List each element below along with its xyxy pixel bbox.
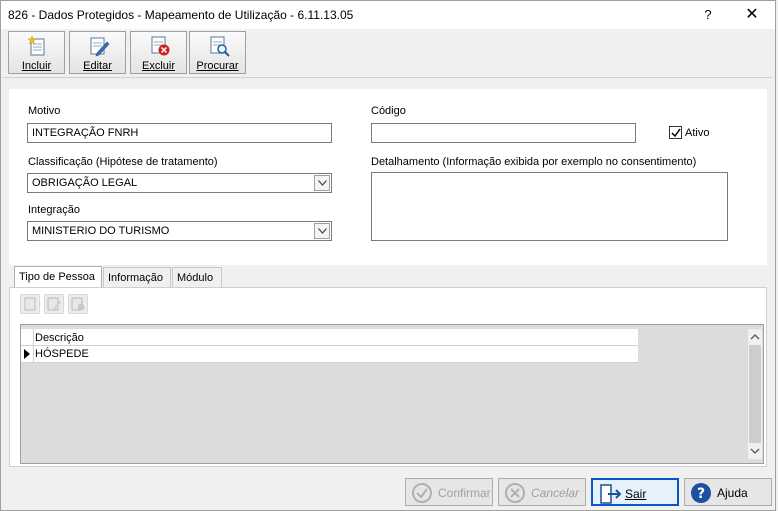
detalhamento-textarea[interactable] [371,172,728,241]
cancelar-label: Cancelar [531,486,580,500]
confirmar-label: Confirmar [438,486,491,500]
ativo-checkbox[interactable] [669,126,682,139]
classificacao-label: Classificação (Hipótese de tratamento) [28,156,218,168]
toolbar-divider [2,77,772,78]
form-panel: Motivo INTEGRAÇÃO FNRH Código Ativo Clas… [9,89,767,265]
sair-label: Sair [625,487,647,501]
excluir-button[interactable]: Excluir [130,31,187,74]
delete-document-icon [151,36,170,56]
data-grid: Descrição HÓSPEDE [20,324,764,464]
scroll-down-icon[interactable] [750,446,760,456]
confirmar-button[interactable]: Confirmar [405,478,493,506]
ajuda-label: Ajuda [717,486,748,500]
editar-label: Editar [83,60,112,72]
edit-document-icon [90,37,110,57]
row-indicator-icon [24,349,30,359]
search-document-icon [210,36,230,57]
scroll-up-icon[interactable] [750,332,760,342]
tab-modulo[interactable]: Módulo [172,267,222,287]
editar-button[interactable]: Editar [69,31,126,74]
exit-door-icon [600,484,622,504]
dialog-window: 826 - Dados Protegidos - Mapeamento de U… [0,0,776,511]
title-bar: 826 - Dados Protegidos - Mapeamento de U… [1,1,775,29]
procurar-label: Procurar [196,60,239,72]
checkmark-icon [671,128,681,138]
codigo-label: Código [371,105,406,117]
detalhamento-label: Detalhamento (Informação exibida por exe… [371,156,697,168]
new-document-icon [27,35,45,56]
scrollbar-thumb[interactable] [749,345,761,443]
grid-header: Descrição [21,329,638,346]
integracao-select[interactable]: MINISTERIO DO TURISMO [27,221,332,241]
tab-panel: Descrição HÓSPEDE [9,287,767,467]
column-divider [33,329,34,363]
classificacao-value: OBRIGAÇÃO LEGAL [32,177,138,189]
window-title: 826 - Dados Protegidos - Mapeamento de U… [8,8,354,22]
motivo-field[interactable]: INTEGRAÇÃO FNRH [27,123,332,143]
cancelar-button[interactable]: Cancelar [498,478,586,506]
grid-edit-icon[interactable] [44,294,64,314]
procurar-button[interactable]: Procurar [189,31,246,74]
motivo-label: Motivo [28,105,61,117]
vertical-scrollbar[interactable] [748,329,762,459]
table-row[interactable]: HÓSPEDE [21,346,638,363]
incluir-label: Incluir [21,60,52,72]
ativo-label: Ativo [685,127,710,139]
check-circle-icon [412,483,432,503]
grid-delete-icon[interactable] [68,294,88,314]
excluir-label: Excluir [141,60,175,72]
help-title-button[interactable]: ? [693,5,723,25]
incluir-button[interactable]: Incluir [8,31,65,74]
grid-add-icon[interactable] [20,294,40,314]
column-header-descricao[interactable]: Descrição [35,332,84,344]
integracao-value: MINISTERIO DO TURISMO [32,225,170,237]
ajuda-button[interactable]: ? Ajuda [684,478,772,506]
close-button[interactable]: ✕ [737,5,767,25]
svg-text:?: ? [697,486,705,502]
sair-button[interactable]: Sair [591,478,679,506]
codigo-field[interactable] [371,123,636,143]
table-cell: HÓSPEDE [35,348,89,360]
tab-tipo-de-pessoa[interactable]: Tipo de Pessoa [14,266,102,288]
integracao-label: Integração [28,204,80,216]
cancel-circle-icon [505,483,525,503]
tab-informacao[interactable]: Informação [103,267,171,287]
chevron-down-icon[interactable] [314,223,330,239]
chevron-down-icon[interactable] [314,175,330,191]
classificacao-select[interactable]: OBRIGAÇÃO LEGAL [27,173,332,193]
help-circle-icon: ? [691,483,711,503]
